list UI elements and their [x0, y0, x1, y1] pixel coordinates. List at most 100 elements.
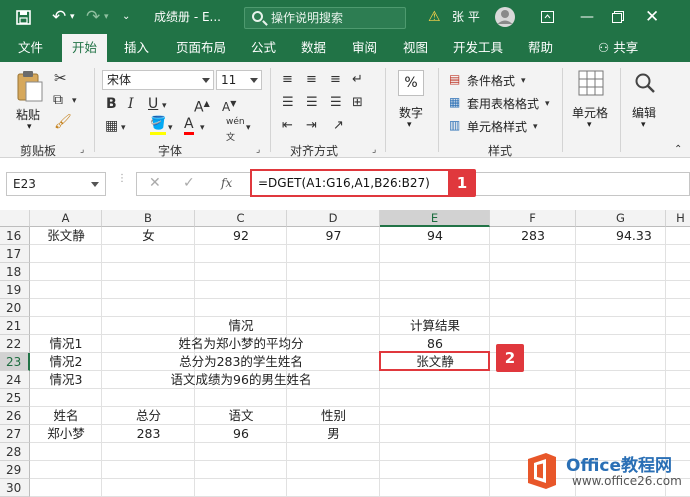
paste-icon[interactable] — [16, 70, 44, 102]
cells-dropdown-icon[interactable]: ▾ — [587, 120, 592, 130]
select-all-corner[interactable] — [0, 210, 30, 227]
phonetic-guide-icon[interactable]: wén 文 — [226, 114, 245, 146]
cell-b26[interactable]: 总分 — [102, 407, 195, 425]
row-header-16[interactable]: 16 — [0, 227, 30, 245]
table-format-icon[interactable]: ▦ — [449, 94, 460, 110]
italic-icon[interactable]: I — [128, 96, 134, 112]
clipboard-launcher-icon[interactable]: ⌟ — [80, 142, 84, 158]
insert-function-icon[interactable]: fx — [221, 176, 232, 190]
cell-styles-dropdown-icon[interactable]: ▾ — [533, 119, 538, 135]
conditional-format-icon[interactable]: ▤ — [449, 71, 460, 87]
share-button[interactable]: ⚇ 共享 — [598, 34, 638, 62]
row-header-30[interactable]: 30 — [0, 479, 30, 497]
fill-color-icon[interactable]: 🪣 — [150, 116, 167, 135]
row-header-24[interactable]: 24 — [0, 371, 30, 389]
row-header-23[interactable]: 23 — [0, 353, 30, 371]
user-name[interactable]: 张 平 — [452, 0, 480, 34]
restore-icon[interactable] — [612, 11, 624, 23]
cell-f16[interactable]: 283 — [490, 227, 576, 245]
cell-a22[interactable]: 情况1 — [30, 335, 102, 353]
cell-a16[interactable]: 张文静 — [30, 227, 102, 245]
conditional-format-button[interactable]: 条件格式 — [467, 72, 515, 89]
cell-b16[interactable]: 女 — [102, 227, 195, 245]
column-header-c[interactable]: C — [195, 210, 287, 227]
copy-icon[interactable]: ⧉ — [53, 92, 63, 108]
tab-developer[interactable]: 开发工具 — [453, 34, 503, 62]
font-size-dropdown[interactable]: 11 — [216, 70, 262, 90]
undo-icon[interactable]: ↶ — [52, 0, 66, 34]
increase-font-icon[interactable]: A▲ — [194, 96, 210, 116]
tab-view[interactable]: 视图 — [403, 34, 428, 62]
column-header-b[interactable]: B — [102, 210, 195, 227]
cell-styles-button[interactable]: 单元格样式 — [467, 118, 527, 135]
row-header-28[interactable]: 28 — [0, 443, 30, 461]
row-header-29[interactable]: 29 — [0, 461, 30, 479]
increase-indent-icon[interactable]: ⇥ — [306, 118, 317, 134]
column-header-d[interactable]: D — [287, 210, 380, 227]
cell-d26[interactable]: 性别 — [287, 407, 380, 425]
tab-page-layout[interactable]: 页面布局 — [176, 34, 226, 62]
column-header-g[interactable]: G — [576, 210, 666, 227]
font-name-dropdown[interactable]: 宋体 — [102, 70, 214, 90]
format-painter-icon[interactable]: 🖌 — [54, 114, 72, 130]
cell-styles-icon[interactable]: ▥ — [449, 117, 460, 133]
column-header-f[interactable]: F — [490, 210, 576, 227]
bottom-align-icon[interactable]: ≡ — [330, 72, 341, 88]
align-center-icon[interactable]: ☰ — [306, 95, 318, 111]
cells-icon[interactable] — [578, 70, 604, 96]
cell-bd24[interactable]: 语文成绩为96的男生姓名 — [102, 371, 380, 389]
table-format-button[interactable]: 套用表格格式 — [467, 95, 539, 112]
avatar-icon[interactable] — [494, 6, 516, 28]
copy-dropdown-icon[interactable]: ▾ — [72, 93, 77, 109]
tab-insert[interactable]: 插入 — [124, 34, 149, 62]
cell-a24[interactable]: 情况3 — [30, 371, 102, 389]
cell-b27[interactable]: 283 — [102, 425, 195, 443]
cell-c26[interactable]: 语文 — [195, 407, 287, 425]
font-color-icon[interactable]: A — [184, 116, 194, 135]
row-header-25[interactable]: 25 — [0, 389, 30, 407]
cell-a23[interactable]: 情况2 — [30, 353, 102, 371]
formula-input[interactable]: =DGET(A1:G16,A1,B26:B27) — [250, 169, 450, 197]
close-icon[interactable]: ✕ — [645, 0, 659, 34]
borders-dropdown-icon[interactable]: ▾ — [121, 120, 126, 136]
cells-button-label[interactable]: 单元格 — [572, 104, 608, 121]
editing-dropdown-icon[interactable]: ▾ — [641, 120, 646, 130]
editing-button-label[interactable]: 编辑 — [632, 104, 656, 121]
underline-dropdown-icon[interactable]: ▾ — [162, 98, 167, 114]
cell-c16[interactable]: 92 — [195, 227, 287, 245]
editing-search-icon[interactable] — [634, 72, 656, 94]
redo-icon[interactable]: ↷ — [86, 0, 100, 34]
name-box[interactable]: E23 — [6, 172, 106, 196]
column-header-a[interactable]: A — [30, 210, 102, 227]
orientation-icon[interactable]: ↗ — [333, 118, 344, 134]
cell-a27[interactable]: 郑小梦 — [30, 425, 102, 443]
row-header-18[interactable]: 18 — [0, 263, 30, 281]
cell-a26[interactable]: 姓名 — [30, 407, 102, 425]
merge-center-icon[interactable]: ⊞ — [352, 95, 363, 111]
tab-help[interactable]: 帮助 — [528, 34, 553, 62]
tab-file[interactable]: 文件 — [18, 34, 43, 62]
tab-formulas[interactable]: 公式 — [251, 34, 276, 62]
cut-icon[interactable]: ✂ — [54, 70, 67, 86]
redo-dropdown-icon[interactable]: ▾ — [104, 0, 109, 34]
tab-review[interactable]: 审阅 — [352, 34, 377, 62]
top-align-icon[interactable]: ≡ — [282, 72, 293, 88]
column-header-e[interactable]: E — [380, 210, 490, 227]
table-format-dropdown-icon[interactable]: ▾ — [545, 96, 550, 112]
row-header-26[interactable]: 26 — [0, 407, 30, 425]
collapse-ribbon-icon[interactable]: ⌃ — [674, 142, 682, 158]
cell-e16[interactable]: 94 — [380, 227, 490, 245]
alignment-launcher-icon[interactable]: ⌟ — [372, 142, 376, 158]
cell-bd21[interactable]: 情况 — [102, 317, 380, 335]
cell-c27[interactable]: 96 — [195, 425, 287, 443]
row-header-19[interactable]: 19 — [0, 281, 30, 299]
font-color-dropdown-icon[interactable]: ▾ — [200, 120, 205, 136]
confirm-entry-icon[interactable]: ✓ — [183, 175, 195, 191]
number-dropdown-icon[interactable]: ▾ — [407, 120, 412, 130]
row-header-22[interactable]: 22 — [0, 335, 30, 353]
row-header-27[interactable]: 27 — [0, 425, 30, 443]
conditional-format-dropdown-icon[interactable]: ▾ — [521, 73, 526, 89]
phonetic-dropdown-icon[interactable]: ▾ — [246, 120, 251, 136]
wrap-text-icon[interactable]: ↵ — [352, 72, 363, 88]
number-button-label[interactable]: 数字 — [399, 104, 423, 121]
